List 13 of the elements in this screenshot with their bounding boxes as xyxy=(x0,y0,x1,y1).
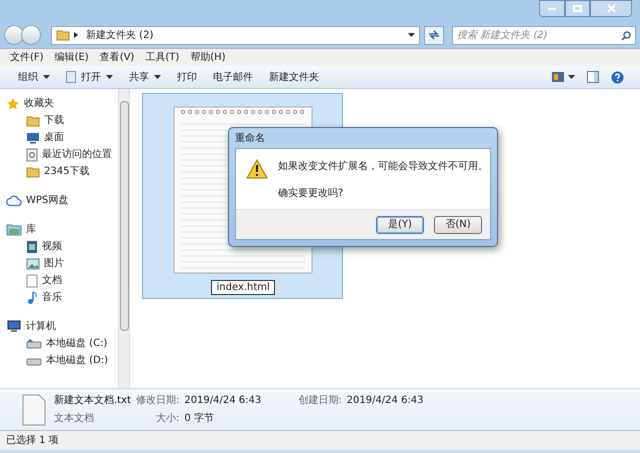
field-label: 修改日期: xyxy=(136,394,180,408)
dialog-title: 重命名 xyxy=(235,132,265,146)
file-type: 文本文档 xyxy=(54,412,95,426)
field-label: 大小: xyxy=(154,412,180,426)
dialog-question: 确实要更改吗? xyxy=(278,186,344,201)
field-value: 0 字节 xyxy=(184,412,215,426)
field-value: 2019/4/24 6:43 xyxy=(346,394,424,408)
address-path: 新建文件夹 (2) xyxy=(86,28,154,42)
file-name: 新建文本文档.txt xyxy=(54,394,131,408)
status-text: 已选择 1 项 xyxy=(6,434,59,448)
field-label: 创建日期: xyxy=(298,394,342,408)
field-value: 2019/4/24 6:43 xyxy=(184,394,262,408)
dialog-message: 如果改变文件扩展名，可能会导致文件不可用。 xyxy=(278,160,488,174)
